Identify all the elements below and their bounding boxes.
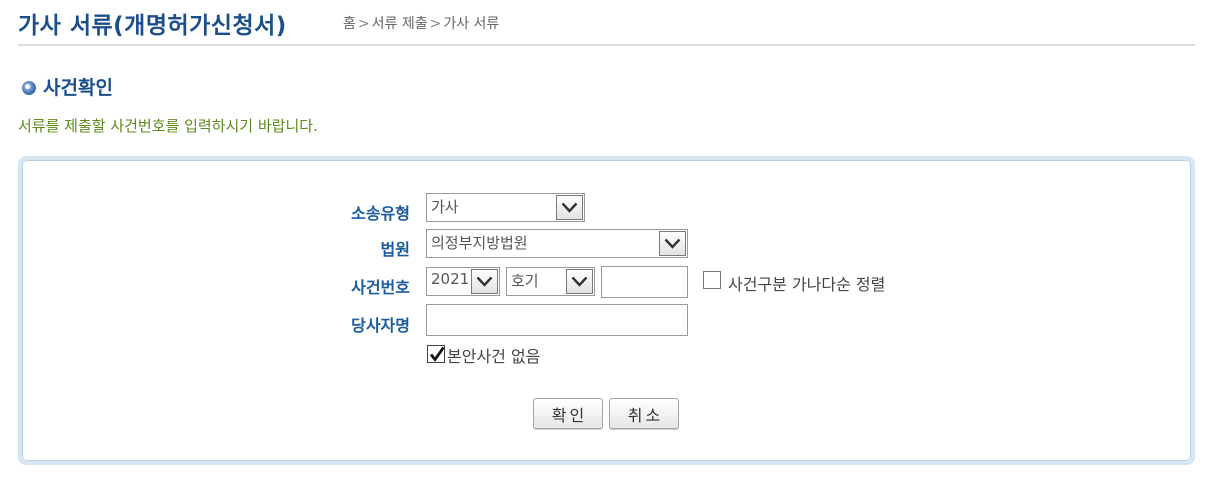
- cancel-button[interactable]: 취소: [609, 398, 679, 429]
- case-number-label: 사건번호: [351, 278, 410, 297]
- section-heading: 사건확인: [22, 73, 113, 100]
- litigation-type-value: 가사: [431, 198, 459, 216]
- litigation-type-label: 소송유형: [351, 204, 410, 223]
- confirm-button[interactable]: 확인: [533, 398, 603, 429]
- case-kind-value: 호기: [511, 272, 539, 290]
- breadcrumb-separator: >: [357, 16, 370, 32]
- case-serial-input[interactable]: [601, 266, 688, 298]
- breadcrumb-family-documents[interactable]: 가사 서류: [443, 16, 499, 32]
- court-select[interactable]: 의정부지방법원: [426, 229, 688, 258]
- section-title: 사건확인: [43, 77, 113, 99]
- breadcrumb-separator: >: [429, 16, 442, 32]
- litigation-type-select[interactable]: 가사: [426, 193, 585, 222]
- page-header: 가사 서류(개명허가신청서) 홈 > 서류 제출 > 가사 서류: [18, 4, 1195, 46]
- breadcrumb-document-submit[interactable]: 서류 제출: [372, 16, 428, 32]
- checkmark-icon: [429, 346, 445, 362]
- instruction-text: 서류를 제출할 사건번호를 입력하시기 바랍니다.: [18, 117, 318, 135]
- chevron-down-icon[interactable]: [556, 195, 583, 220]
- chevron-down-icon[interactable]: [471, 269, 498, 294]
- case-year-select[interactable]: 2021: [426, 267, 500, 296]
- bullet-icon: [22, 81, 36, 95]
- party-name-label: 당사자명: [351, 316, 410, 335]
- sort-checkbox[interactable]: [703, 271, 721, 289]
- no-own-case-checkbox[interactable]: [427, 345, 445, 363]
- breadcrumb: 홈 > 서류 제출 > 가사 서류: [343, 13, 499, 33]
- chevron-down-icon[interactable]: [566, 269, 593, 294]
- case-kind-select[interactable]: 호기: [506, 267, 595, 296]
- sort-checkbox-label[interactable]: 사건구분 가나다순 정렬: [728, 271, 885, 295]
- party-name-input[interactable]: [426, 304, 688, 336]
- breadcrumb-home[interactable]: 홈: [343, 16, 356, 32]
- case-check-panel: 소송유형 가사 법원 의정부지방법원 사건번호 2021 호기 사건구분 가나다…: [18, 156, 1195, 465]
- court-label: 법원: [380, 240, 410, 259]
- page-title: 가사 서류(개명허가신청서): [18, 13, 287, 39]
- case-year-value: 2021: [431, 270, 470, 288]
- chevron-down-icon[interactable]: [659, 231, 686, 256]
- no-own-case-label[interactable]: 본안사건 없음: [447, 343, 540, 367]
- court-value: 의정부지방법원: [431, 234, 528, 252]
